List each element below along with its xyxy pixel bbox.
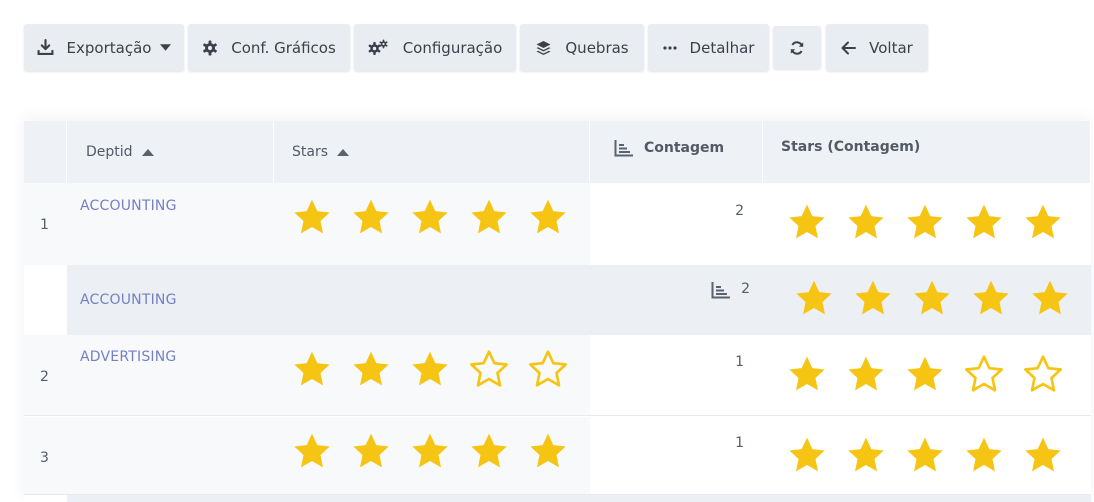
gears-icon xyxy=(368,39,390,56)
layers-icon xyxy=(535,40,552,56)
sort-asc-icon[interactable] xyxy=(141,148,154,156)
index-header xyxy=(24,121,67,183)
deptid-cell[interactable]: ACCOUNTING xyxy=(80,292,177,308)
chart-config-button[interactable]: Conf. Gráficos xyxy=(188,24,350,71)
export-label: Exportação xyxy=(66,38,152,57)
star-filled-icon xyxy=(846,354,886,394)
star-filled-icon xyxy=(351,431,391,471)
star-filled-icon xyxy=(292,197,332,237)
star-filled-icon xyxy=(964,435,1004,475)
chart-config-label: Conf. Gráficos xyxy=(231,38,336,57)
count-cell: 2 xyxy=(735,203,744,219)
stars-rating xyxy=(292,197,568,237)
count-header-label: Contagem xyxy=(644,140,725,156)
star-filled-icon xyxy=(971,278,1011,318)
stars-count-column-header[interactable]: Stars (Contagem) xyxy=(763,121,1091,183)
breaks-label: Quebras xyxy=(565,38,629,57)
back-label: Voltar xyxy=(869,38,913,57)
ellipsis-icon xyxy=(662,45,677,50)
refresh-button[interactable] xyxy=(773,26,821,69)
star-filled-icon xyxy=(787,202,827,242)
star-filled-icon xyxy=(528,197,568,237)
star-filled-icon xyxy=(410,197,450,237)
stars-count-header-label: Stars (Contagem) xyxy=(781,139,921,155)
star-filled-icon xyxy=(905,202,945,242)
stars-count-rating xyxy=(787,202,1063,242)
detail-label: Detalhar xyxy=(689,38,755,57)
chart-icon[interactable] xyxy=(614,139,634,157)
gear-icon xyxy=(202,40,218,56)
arrow-left-icon xyxy=(841,41,857,55)
count-cell: 1 xyxy=(735,435,744,451)
table-row[interactable]: 3 1 xyxy=(24,417,1091,495)
star-filled-icon xyxy=(410,431,450,471)
star-filled-icon xyxy=(846,435,886,475)
row-index: 3 xyxy=(40,450,49,466)
refresh-icon xyxy=(789,40,805,56)
config-label: Configuração xyxy=(402,38,503,57)
config-button[interactable]: Configuração xyxy=(354,24,516,71)
stars-count-rating xyxy=(787,435,1063,475)
star-empty-icon xyxy=(469,349,509,389)
table-row[interactable]: 1 ACCOUNTING 2 xyxy=(24,183,1091,265)
count-cell: 1 xyxy=(735,354,744,370)
star-filled-icon xyxy=(853,278,893,318)
caret-down-icon xyxy=(160,44,172,51)
row-index: 2 xyxy=(40,369,49,385)
star-filled-icon xyxy=(1030,278,1070,318)
star-filled-icon xyxy=(787,354,827,394)
star-filled-icon xyxy=(905,354,945,394)
star-filled-icon xyxy=(794,278,834,318)
star-empty-icon xyxy=(1023,354,1063,394)
back-button[interactable]: Voltar xyxy=(826,24,928,71)
data-grid: Deptid Stars Contagem Stars (Contagem) 1… xyxy=(24,121,1091,502)
stars-rating xyxy=(292,349,568,389)
deptid-column-header[interactable]: Deptid xyxy=(67,121,274,183)
table-row[interactable]: 2 ADVERTISING 1 xyxy=(24,335,1091,416)
star-filled-icon xyxy=(351,197,391,237)
stars-rating xyxy=(292,431,568,471)
star-filled-icon xyxy=(351,349,391,389)
subtotal-row[interactable]: ACCOUNTING 2 xyxy=(24,265,1091,335)
star-filled-icon xyxy=(292,349,332,389)
row-index: 1 xyxy=(40,217,49,233)
star-filled-icon xyxy=(410,349,450,389)
star-filled-icon xyxy=(1023,202,1063,242)
stars-header-label: Stars xyxy=(292,144,329,160)
sort-asc-icon[interactable] xyxy=(337,148,350,156)
deptid-cell[interactable]: ACCOUNTING xyxy=(80,198,177,214)
star-filled-icon xyxy=(528,431,568,471)
star-filled-icon xyxy=(787,435,827,475)
stars-count-rating xyxy=(794,278,1070,318)
count-cell: 2 xyxy=(741,281,750,297)
breaks-button[interactable]: Quebras xyxy=(520,24,644,71)
deptid-header-label: Deptid xyxy=(86,144,133,160)
star-empty-icon xyxy=(964,354,1004,394)
star-filled-icon xyxy=(469,431,509,471)
count-column-header[interactable]: Contagem xyxy=(590,121,763,183)
star-filled-icon xyxy=(846,202,886,242)
star-filled-icon xyxy=(469,197,509,237)
star-filled-icon xyxy=(905,435,945,475)
detail-button[interactable]: Detalhar xyxy=(648,24,769,71)
stars-column-header[interactable]: Stars xyxy=(274,121,590,183)
star-filled-icon xyxy=(964,202,1004,242)
stars-count-rating xyxy=(787,354,1063,394)
star-filled-icon xyxy=(912,278,952,318)
deptid-cell[interactable]: ADVERTISING xyxy=(80,349,176,365)
star-empty-icon xyxy=(528,349,568,389)
export-button[interactable]: Exportação xyxy=(24,24,184,71)
star-filled-icon xyxy=(292,431,332,471)
download-icon xyxy=(37,39,54,56)
star-filled-icon xyxy=(1023,435,1063,475)
